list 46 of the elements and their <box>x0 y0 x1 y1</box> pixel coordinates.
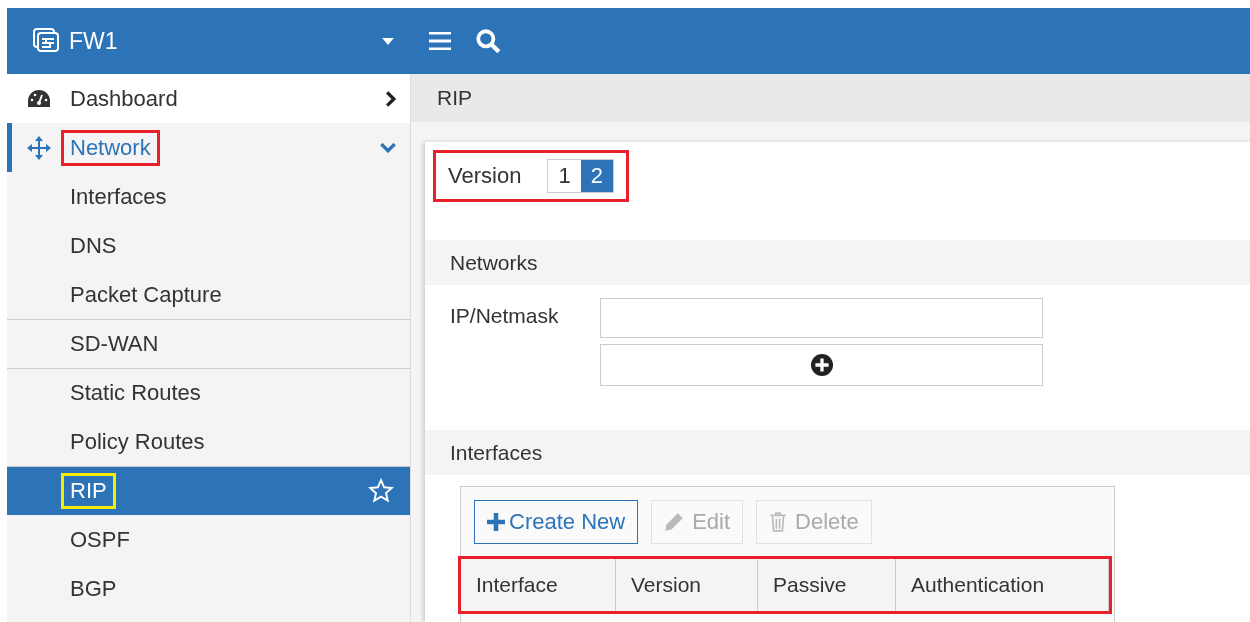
sidebar-subitem[interactable]: DNS <box>7 221 410 270</box>
sidebar-item[interactable]: Network <box>7 123 410 172</box>
version-option[interactable]: 2 <box>580 160 613 192</box>
sidebar-label: RIP <box>61 473 116 509</box>
sidebar-subitem[interactable]: Policy Routes <box>7 417 410 466</box>
column-header[interactable]: Interface <box>461 559 616 611</box>
sidebar-label: Policy Routes <box>69 427 206 456</box>
star-icon[interactable] <box>368 478 394 504</box>
sidebar-label: Static Routes <box>69 379 202 407</box>
plus-icon <box>487 513 505 531</box>
sidebar-subitem[interactable]: SD-WAN <box>7 319 410 368</box>
column-header[interactable]: Version <box>616 559 758 611</box>
sidebar-subitem[interactable]: OSPF <box>7 515 410 564</box>
move-arrows-icon <box>27 135 51 160</box>
sidebar-subitem[interactable]: Packet Capture <box>7 270 410 319</box>
page-title: RIP <box>411 74 1250 122</box>
field-label: IP/Netmask <box>450 303 560 329</box>
trash-icon <box>769 512 788 532</box>
sidebar-label: BGP <box>69 574 118 603</box>
sidebar-subitem[interactable]: BGP <box>7 564 410 613</box>
sidebar-label: SD-WAN <box>69 330 160 358</box>
plus-circle-icon <box>810 354 833 376</box>
column-header[interactable]: Authentication <box>896 559 1109 611</box>
ip-netmask-field[interactable] <box>600 298 1043 338</box>
sidebar-subitem[interactable]: RIP <box>7 466 410 515</box>
version-label: Version <box>448 163 522 189</box>
chevron-down-icon <box>380 142 396 153</box>
section-header: Interfaces <box>425 430 1250 475</box>
sidebar-label: Interfaces <box>69 182 168 211</box>
column-header[interactable]: Passive <box>758 559 896 611</box>
sidebar-subitem[interactable]: Interfaces <box>7 172 410 221</box>
sidebar-label: DNS <box>69 231 118 260</box>
sidebar-label: OSPF <box>69 525 131 554</box>
sidebar-label: Packet Capture <box>69 280 223 309</box>
device-name: FW1 <box>69 27 119 55</box>
sidebar-item[interactable]: Dashboard <box>7 74 410 123</box>
sidebar-label: Dashboard <box>69 84 179 113</box>
sidebar-label: Network <box>61 129 160 166</box>
dropdown-caret-icon[interactable] <box>382 37 394 45</box>
toolbar-button[interactable]: Create New <box>474 500 639 544</box>
sidebar-subitem[interactable]: Static Routes <box>7 368 410 417</box>
chevron-right-icon <box>386 90 396 107</box>
pencil-icon <box>664 512 685 532</box>
section-header: Networks <box>425 240 1250 285</box>
firewall-icon <box>33 28 61 54</box>
gauge-icon <box>27 88 51 109</box>
